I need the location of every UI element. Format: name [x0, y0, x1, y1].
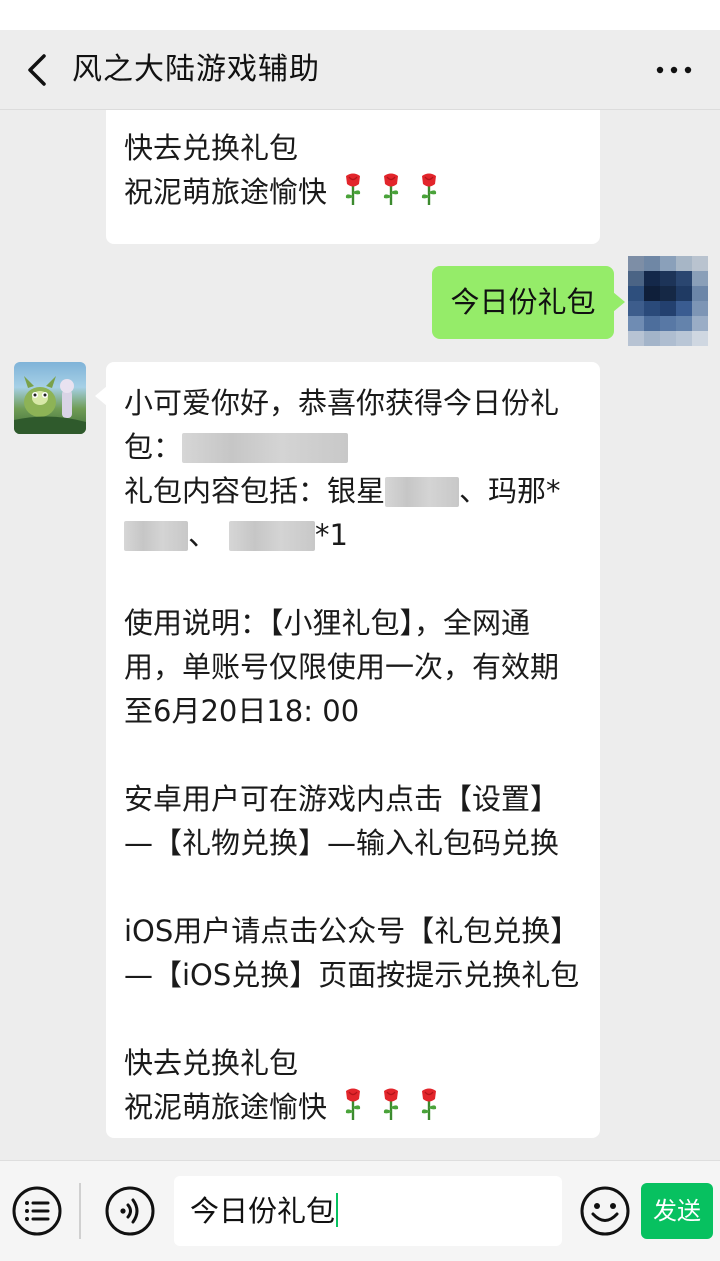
- voice-icon: [105, 1186, 155, 1236]
- input-value: 今日份礼包: [190, 1194, 336, 1228]
- more-button[interactable]: [654, 56, 694, 84]
- emoji-icon: [580, 1186, 630, 1236]
- message-text-line: 祝泥萌旅途愉快: [124, 1085, 584, 1129]
- message-text-line: 快去兑换礼包: [124, 1046, 299, 1080]
- message-text: 祝泥萌旅途愉快: [124, 1090, 328, 1124]
- menu-list-icon: [12, 1186, 62, 1236]
- message-paragraph: 使用说明：【小狸礼包】，全网通用，单账号仅限使用一次，有效期至6月20日18: …: [124, 606, 560, 728]
- game-character-image: [14, 376, 86, 434]
- message-paragraph: 安卓用户可在游戏内点击【设置】—【礼物兑换】—输入礼包码兑换: [124, 782, 560, 860]
- more-dots-icon: [656, 66, 692, 74]
- chat-title: 风之大陆游戏辅助: [72, 52, 320, 87]
- emoji-button[interactable]: [579, 1185, 631, 1237]
- back-button[interactable]: [18, 48, 58, 92]
- message-paragraph: iOS用户请点击公众号【礼包兑换】—【iOS兑换】页面按提示兑换礼包: [124, 914, 580, 992]
- message-bubble-reply[interactable]: 小可爱你好，恭喜你获得今日份礼 包： 礼包内容包括：银星 、玛那* 、 *1 使用说…: [95, 362, 600, 1138]
- message-text-line: 小可爱你好，恭喜你获得今日份礼: [124, 386, 560, 420]
- message-bubble-previous[interactable]: 快去兑换礼包 祝泥萌旅途愉快: [106, 110, 600, 244]
- message-bubble-mine[interactable]: 今日份礼包: [432, 266, 625, 339]
- rose-emoji-icon: [417, 1087, 441, 1121]
- redacted-text: [229, 521, 316, 551]
- rose-emoji-icon: [341, 172, 365, 206]
- nav-bar: 风之大陆游戏辅助: [0, 30, 720, 110]
- my-avatar[interactable]: [628, 256, 708, 346]
- rose-emoji-icon: [417, 172, 441, 206]
- message-text-line: 包：: [124, 425, 584, 469]
- chat-area[interactable]: 快去兑换礼包 祝泥萌旅途愉快 今日份礼包 小可爱你好，恭喜你获得今日份礼 包： …: [0, 110, 720, 1160]
- message-text: 、玛那*: [459, 474, 561, 508]
- message-text: 祝泥萌旅途愉快: [124, 175, 328, 209]
- send-button[interactable]: 发送: [641, 1183, 713, 1239]
- redacted-code: [182, 433, 349, 463]
- rose-emoji-icon: [379, 172, 403, 206]
- message-text-line: 、 *1: [124, 513, 584, 557]
- message-text: 包：: [124, 430, 183, 464]
- message-text-line: 快去兑换礼包: [124, 131, 299, 165]
- rose-emoji-icon: [341, 1087, 365, 1121]
- message-input[interactable]: 今日份礼包: [174, 1176, 562, 1246]
- rose-emoji-icon: [379, 1087, 403, 1121]
- status-bar: [0, 0, 720, 30]
- chevron-left-icon: [28, 54, 46, 86]
- menu-button[interactable]: [11, 1185, 63, 1237]
- message-text: 、: [188, 518, 218, 552]
- input-toolbar: 今日份礼包 发送: [0, 1160, 720, 1261]
- redacted-text: [124, 521, 188, 551]
- official-account-avatar[interactable]: [14, 362, 86, 434]
- message-text-line: 礼包内容包括：银星 、玛那*: [124, 469, 584, 513]
- voice-button[interactable]: [104, 1185, 156, 1237]
- message-text: 礼包内容包括：银星: [124, 474, 386, 508]
- message-text-line: 祝泥萌旅途愉快: [124, 170, 582, 214]
- text-caret: [336, 1193, 339, 1227]
- message-text: *1: [315, 518, 348, 552]
- toolbar-divider: [79, 1183, 81, 1239]
- redacted-text: [385, 477, 460, 507]
